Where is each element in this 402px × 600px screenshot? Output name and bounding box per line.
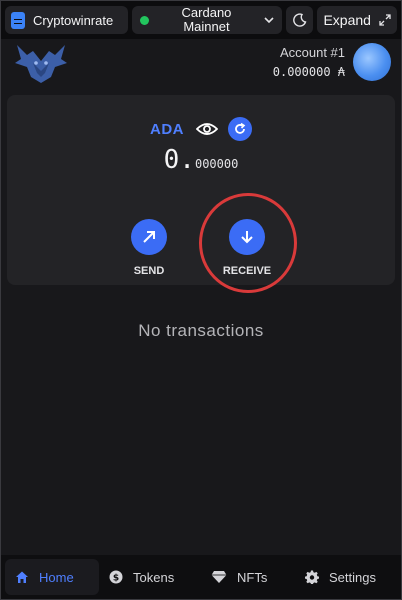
chevron-down-icon bbox=[264, 17, 274, 24]
site-name: Cryptowinrate bbox=[33, 12, 114, 28]
expand-label: Expand bbox=[323, 12, 371, 28]
moon-icon bbox=[292, 13, 306, 27]
account-info[interactable]: Account #1 0.000000 ₳ bbox=[273, 45, 345, 79]
diamond-icon bbox=[211, 571, 227, 583]
coin-icon: $ bbox=[109, 570, 123, 584]
nav-settings[interactable]: Settings bbox=[287, 559, 397, 595]
nav-home[interactable]: Home bbox=[5, 559, 99, 595]
document-icon bbox=[11, 11, 25, 29]
wallet-balance: 0.000000 bbox=[7, 145, 395, 175]
refresh-icon bbox=[235, 122, 246, 134]
site-button[interactable]: Cryptowinrate bbox=[5, 6, 129, 34]
account-balance: 0.000000 ₳ bbox=[272, 65, 345, 79]
send-circle bbox=[131, 219, 167, 255]
network-status-dot bbox=[140, 15, 150, 25]
empty-transactions-message: No transactions bbox=[138, 321, 264, 340]
asset-label: ADA bbox=[150, 120, 184, 138]
nav-nfts-label: NFTs bbox=[237, 569, 268, 585]
avatar[interactable] bbox=[353, 43, 391, 81]
expand-icon bbox=[379, 14, 391, 26]
gear-icon bbox=[305, 570, 319, 584]
asset-row: ADA bbox=[7, 117, 395, 141]
nav-settings-label: Settings bbox=[329, 569, 376, 585]
nav-nfts[interactable]: NFTs bbox=[191, 559, 287, 595]
expand-button[interactable]: Expand bbox=[317, 6, 397, 34]
refresh-button[interactable] bbox=[228, 117, 252, 141]
network-name: Cardano Mainnet bbox=[181, 5, 232, 34]
theme-toggle-button[interactable] bbox=[285, 6, 314, 34]
send-arrow-icon bbox=[143, 231, 155, 243]
receive-highlight-circle bbox=[199, 193, 297, 293]
account-name: Account #1 bbox=[279, 45, 345, 60]
balance-decimals: 000000 bbox=[194, 157, 239, 171]
top-bar: Cryptowinrate Cardano Mainnet Expand bbox=[1, 1, 401, 39]
eye-icon[interactable] bbox=[196, 122, 218, 136]
balance-integer: 0. bbox=[163, 145, 195, 175]
send-label: SEND bbox=[133, 265, 165, 277]
bottom-nav: Home $ Tokens NFTs Settings bbox=[1, 555, 401, 599]
nav-home-label: Home bbox=[39, 569, 74, 585]
account-header: Account #1 0.000000 ₳ bbox=[1, 39, 401, 91]
nav-tokens-label: Tokens bbox=[133, 569, 175, 585]
network-selector[interactable]: Cardano Mainnet bbox=[132, 5, 282, 34]
nav-tokens[interactable]: $ Tokens bbox=[99, 559, 191, 595]
svg-text:$: $ bbox=[113, 574, 119, 584]
wallet-logo bbox=[15, 45, 67, 83]
send-button[interactable]: SEND bbox=[119, 219, 179, 277]
home-icon bbox=[16, 571, 28, 583]
